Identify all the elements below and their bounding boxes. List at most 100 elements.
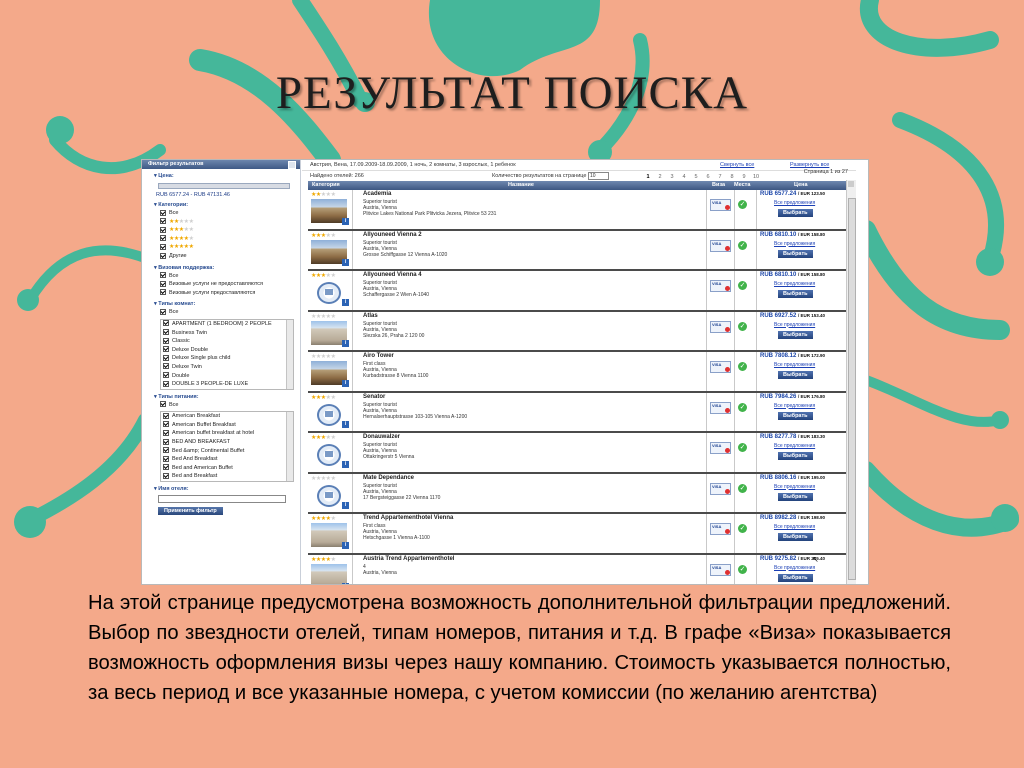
hotel-name-input[interactable] <box>158 495 286 504</box>
checkbox[interactable] <box>163 320 169 327</box>
hotel-name[interactable]: Academia <box>363 191 391 197</box>
meal-filter-item[interactable]: Bed &amp; Continental Buffet <box>163 447 293 456</box>
checkbox[interactable] <box>163 438 169 445</box>
meal-types-listbox[interactable]: American Breakfast American Buffet Breakf… <box>160 411 294 483</box>
hotel-thumbnail[interactable]: i <box>311 523 349 549</box>
hotel-name[interactable]: Senator <box>363 394 385 400</box>
all-offers-link[interactable]: Все предложения <box>774 200 815 206</box>
col-name-header[interactable]: Название <box>508 181 534 190</box>
category-filter-item[interactable]: ★★★★★ <box>160 243 300 252</box>
visa-icon[interactable]: VISA <box>710 442 731 454</box>
category-filter-item[interactable]: Все <box>160 209 300 218</box>
info-icon[interactable]: i <box>342 258 349 266</box>
meal-filter-all[interactable]: Все <box>160 401 300 410</box>
all-offers-link[interactable]: Все предложения <box>774 241 815 247</box>
choose-button[interactable]: Выбрать <box>778 452 813 460</box>
meal-filter-item[interactable]: American buffet breakfast at hotel <box>163 429 293 438</box>
room-filter-item[interactable]: Deluxe Double <box>163 346 293 355</box>
hotel-name[interactable]: Allyouneed Vienna 2 <box>363 232 422 238</box>
checkbox[interactable] <box>160 308 166 315</box>
info-icon[interactable]: i <box>342 582 349 584</box>
info-icon[interactable]: i <box>342 501 349 509</box>
choose-button[interactable]: Выбрать <box>778 249 813 258</box>
checkbox[interactable] <box>163 380 169 387</box>
hotel-name[interactable]: Austria Trend Appartementhotel <box>363 556 454 562</box>
checkbox[interactable] <box>163 430 169 437</box>
room-filter-item[interactable]: Business Twin <box>163 329 293 338</box>
info-icon[interactable]: i <box>342 542 349 549</box>
checkbox[interactable] <box>160 252 166 259</box>
checkbox[interactable] <box>160 235 166 242</box>
category-section-label[interactable]: Категории: <box>154 202 300 209</box>
hotel-thumbnail[interactable]: i <box>311 482 349 509</box>
choose-button[interactable]: Выбрать <box>778 209 813 217</box>
hotel-thumbnail[interactable]: i <box>311 442 349 468</box>
visa-icon[interactable]: VISA <box>710 563 731 576</box>
apply-filter-button[interactable]: Применить фильтр <box>158 507 223 516</box>
checkbox[interactable] <box>160 280 166 287</box>
col-visa-header[interactable]: Виза <box>712 181 725 190</box>
hotel-thumbnail[interactable]: i <box>311 320 349 347</box>
col-places-header[interactable]: Места <box>734 181 750 190</box>
checkbox[interactable] <box>163 354 169 361</box>
all-offers-link[interactable]: Все предложения <box>774 362 815 368</box>
info-icon[interactable]: i <box>342 339 349 347</box>
meal-filter-item[interactable]: Bed and Breakfast <box>163 472 293 481</box>
hotel-name[interactable]: Trend Appartementhotel Vienna <box>363 515 453 521</box>
choose-button[interactable]: Выбрать <box>778 411 813 420</box>
choose-button[interactable]: Выбрать <box>778 290 813 298</box>
hotel-name[interactable]: Atlas <box>363 313 378 319</box>
visa-section-label[interactable]: Визовая поддержка: <box>154 265 300 272</box>
room-filter-item[interactable]: Double <box>163 372 293 381</box>
checkbox[interactable] <box>163 464 169 471</box>
choose-button[interactable]: Выбрать <box>778 371 813 379</box>
per-page-select[interactable]: 10 <box>587 171 609 180</box>
checkbox[interactable] <box>160 226 166 233</box>
info-icon[interactable]: i <box>342 299 349 306</box>
checkbox[interactable] <box>163 447 169 454</box>
info-icon[interactable]: i <box>342 218 349 225</box>
hotel-name[interactable]: Donauwalzer <box>363 434 400 440</box>
hotel-thumbnail[interactable]: i <box>311 563 349 584</box>
meal-filter-item[interactable]: American Buffet Breakfast <box>163 421 293 430</box>
visa-icon[interactable]: VISA <box>710 280 731 292</box>
visa-filter-item[interactable]: Визовые услуги не предоставляются <box>160 280 300 289</box>
visa-icon[interactable]: VISA <box>710 199 731 211</box>
meal-filter-item[interactable]: BED AND BREAKFAST <box>163 438 293 447</box>
room-types-listbox[interactable]: APARTMENT (1 BEDROOM) 2 PEOPLE Business T… <box>160 318 294 390</box>
hotel-name[interactable]: Airo Tower <box>363 353 394 359</box>
hotel-thumbnail[interactable]: i <box>311 401 349 428</box>
all-offers-link[interactable]: Все предложения <box>774 565 815 571</box>
choose-button[interactable]: Выбрать <box>778 492 813 501</box>
hotel-thumbnail[interactable]: i <box>311 361 349 387</box>
all-offers-link[interactable]: Все предложения <box>774 484 815 490</box>
info-icon[interactable]: i <box>342 420 349 428</box>
choose-button[interactable]: Выбрать <box>778 533 813 541</box>
checkbox[interactable] <box>163 372 169 379</box>
choose-button[interactable]: Выбрать <box>778 573 813 582</box>
visa-icon[interactable]: VISA <box>710 401 731 414</box>
checkbox[interactable] <box>163 346 169 353</box>
hotel-thumbnail[interactable]: i <box>311 280 349 306</box>
checkbox[interactable] <box>163 329 169 336</box>
hotel-thumbnail[interactable]: i <box>311 199 349 225</box>
all-offers-link[interactable]: Все предложения <box>774 443 815 449</box>
info-icon[interactable]: i <box>342 380 349 387</box>
visa-icon[interactable]: VISA <box>710 523 731 535</box>
hotel-name[interactable]: Allyouneed Vienna 4 <box>363 272 422 278</box>
choose-button[interactable]: Выбрать <box>778 330 813 339</box>
price-section-label[interactable]: Цена: <box>154 173 300 180</box>
category-filter-item[interactable]: ★★★★★ <box>160 226 300 235</box>
checkbox[interactable] <box>163 472 169 479</box>
room-filter-item[interactable]: APARTMENT (1 BEDROOM) 2 PEOPLE <box>163 320 293 329</box>
all-offers-link[interactable]: Все предложения <box>774 524 815 530</box>
visa-filter-item[interactable]: Визовые услуги предоставляются <box>160 289 300 298</box>
checkbox[interactable] <box>160 209 166 216</box>
checkbox[interactable] <box>160 243 166 250</box>
col-price-header[interactable]: Цена <box>794 181 808 190</box>
col-category-header[interactable]: Категория <box>312 181 340 190</box>
all-offers-link[interactable]: Все предложения <box>774 322 815 328</box>
checkbox[interactable] <box>163 455 169 462</box>
meal-filter-item[interactable]: Bed And Breakfast <box>163 455 293 464</box>
all-offers-link[interactable]: Все предложения <box>774 403 815 409</box>
